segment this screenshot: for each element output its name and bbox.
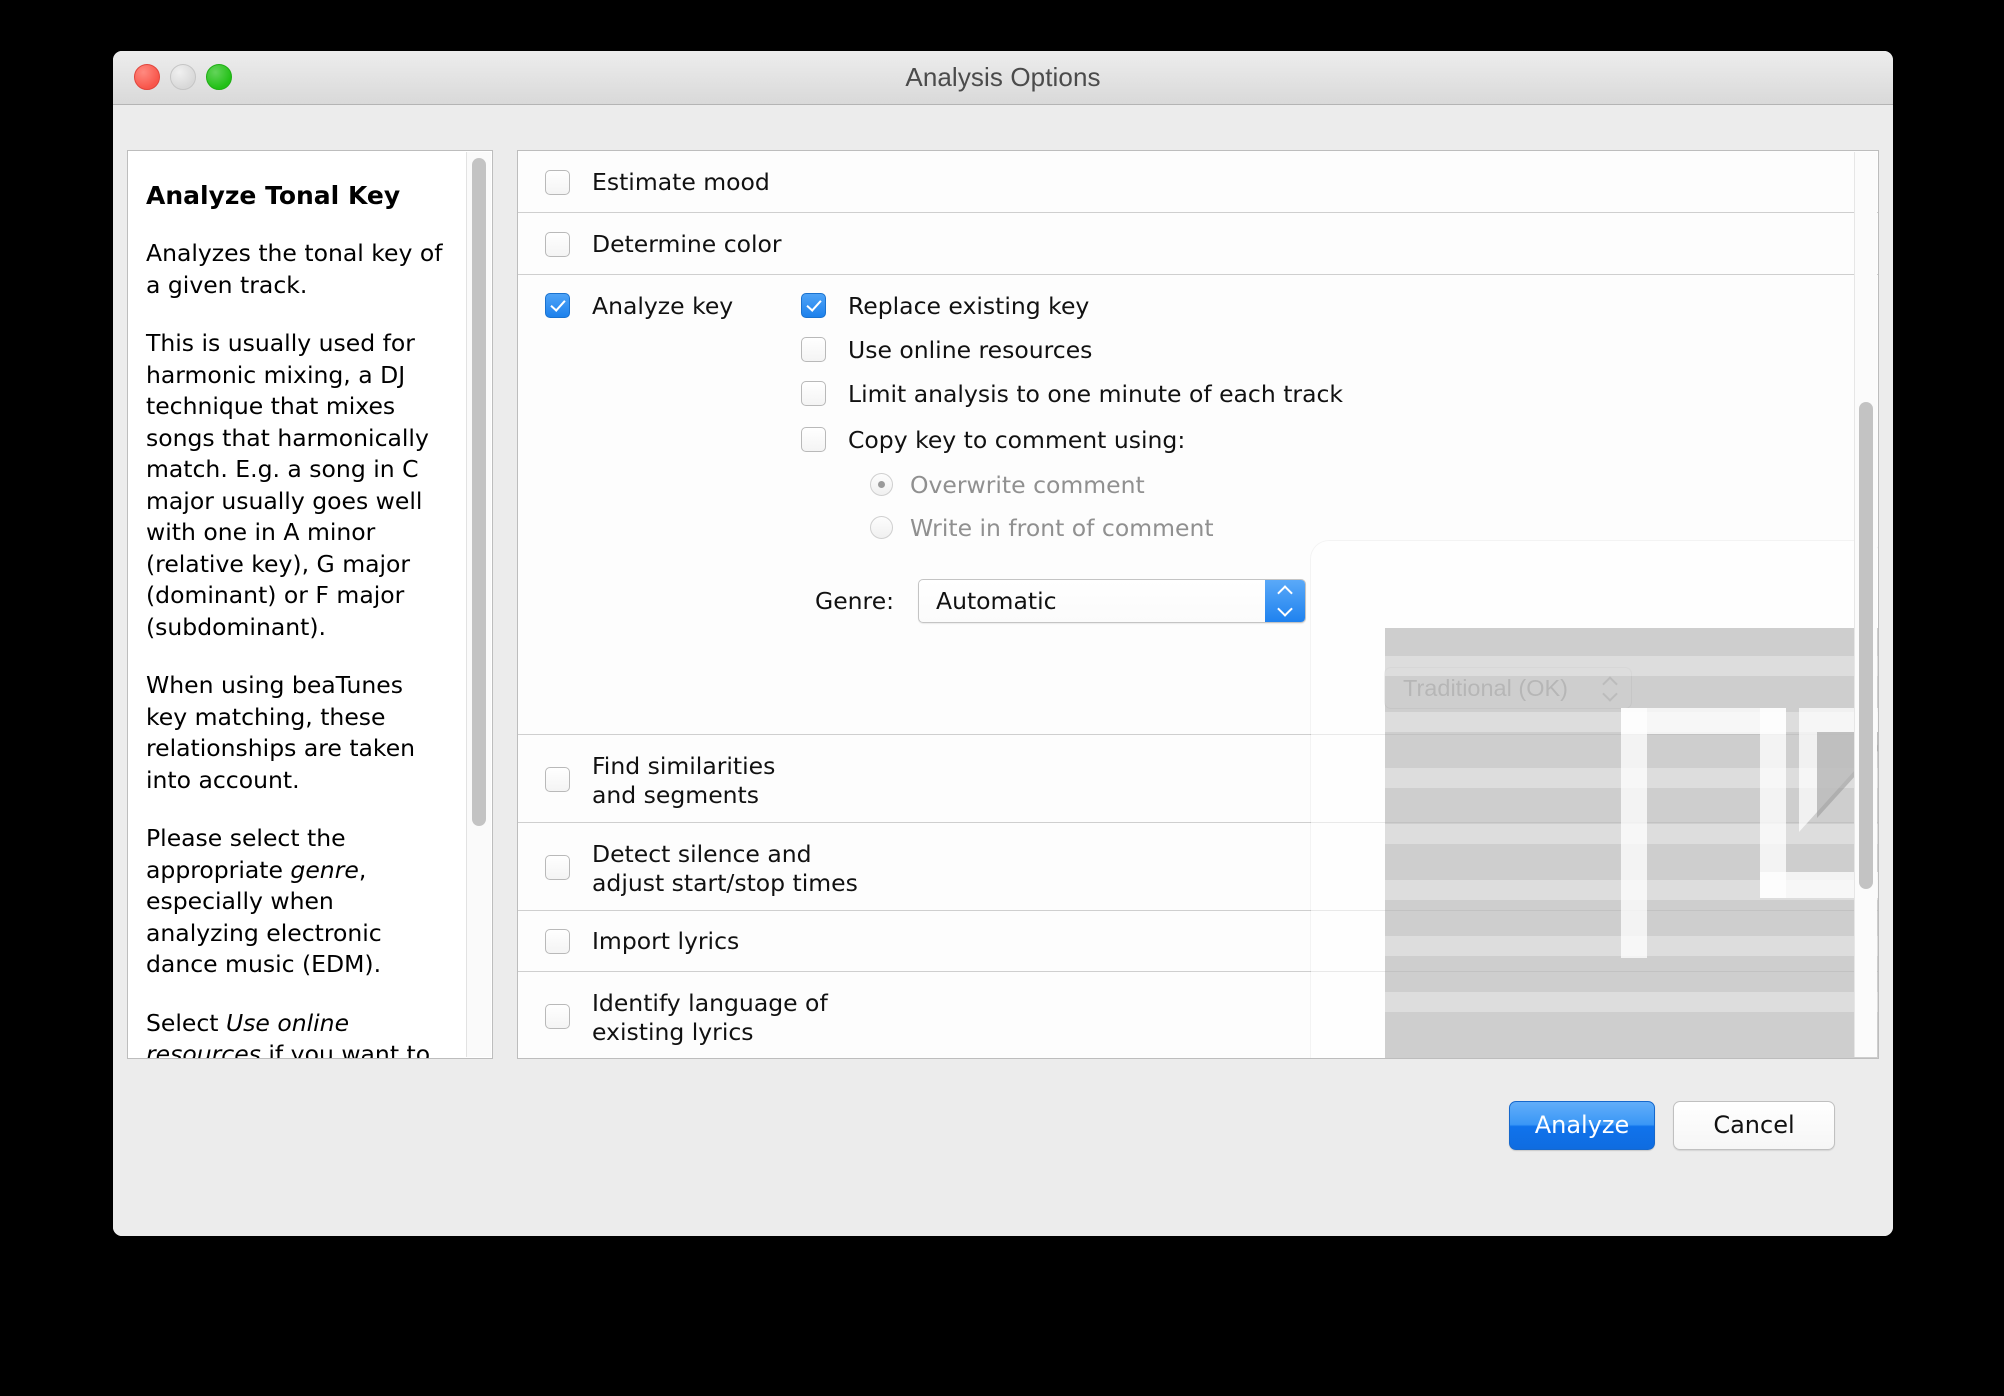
limit-analysis-checkbox[interactable] (801, 381, 826, 406)
overwrite-comment-radio[interactable] (870, 473, 893, 496)
copy-key-format-value: Traditional (OK) (1403, 675, 1568, 702)
analyze-button[interactable]: Analyze (1509, 1101, 1655, 1150)
copy-key-to-comment-checkbox[interactable] (801, 427, 826, 452)
replace-existing-key-checkbox[interactable] (801, 293, 826, 318)
options-scrollbar[interactable] (1854, 152, 1877, 1057)
description-paragraph-2: This is usually used for harmonic mixing… (146, 328, 448, 643)
analysis-options-window: Analysis Options Analyze Tonal Key Analy… (113, 51, 1893, 1236)
option-row-import-lyrics[interactable]: Import lyrics (518, 911, 1878, 972)
genre-select[interactable]: Automatic (918, 579, 1306, 623)
detect-silence-label: Detect silence and adjust start/stop tim… (592, 840, 858, 898)
genre-label: Genre: (815, 587, 894, 615)
limit-analysis-label: Limit analysis to one minute of each tra… (848, 380, 1343, 409)
dialog-body: Analyze Tonal Key Analyzes the tonal key… (113, 105, 1893, 1236)
determine-color-checkbox[interactable] (545, 232, 570, 257)
window-title: Analysis Options (113, 51, 1893, 104)
option-row-estimate-mood[interactable]: Estimate mood (518, 151, 1878, 213)
window-titlebar: Analysis Options (113, 51, 1893, 105)
option-row-determine-color[interactable]: Determine color (518, 213, 1878, 275)
overwrite-comment-label: Overwrite comment (910, 471, 1145, 499)
write-in-front-radio[interactable] (870, 516, 893, 539)
cancel-button[interactable]: Cancel (1673, 1101, 1835, 1150)
analyze-key-label: Analyze key (592, 292, 733, 321)
italic-genre: genre (290, 856, 358, 884)
estimate-mood-checkbox[interactable] (545, 170, 570, 195)
option-row-analyze-key: Analyze key Replace existing key Use onl… (518, 275, 1878, 735)
identify-language-checkbox[interactable] (545, 1004, 570, 1029)
genre-value: Automatic (936, 587, 1057, 615)
description-paragraph-5: Select Use online resources if you want … (146, 1008, 448, 1060)
use-online-resources-label: Use online resources (848, 336, 1092, 365)
genre-chevron-updown-icon[interactable] (1265, 580, 1305, 622)
chevron-updown-icon (1603, 677, 1617, 701)
determine-color-label: Determine color (592, 230, 782, 259)
description-heading: Analyze Tonal Key (146, 181, 448, 211)
estimate-mood-label: Estimate mood (592, 168, 770, 197)
italic-use-online-resources: Use online resources (146, 1009, 349, 1060)
import-lyrics-checkbox[interactable] (545, 929, 570, 954)
dialog-footer: Analyze Cancel (113, 1066, 1893, 1236)
description-scrollbar[interactable] (466, 152, 491, 1057)
description-paragraph-4: Please select the appropriate genre, esp… (146, 823, 448, 981)
copy-key-format-select[interactable]: Traditional (OK) (1384, 667, 1632, 709)
option-row-detect-silence[interactable]: Detect silence and adjust start/stop tim… (518, 823, 1878, 911)
write-in-front-label: Write in front of comment (910, 514, 1214, 542)
find-similarities-checkbox[interactable] (545, 767, 570, 792)
detect-silence-checkbox[interactable] (545, 855, 570, 880)
option-row-find-similarities[interactable]: Find similarities and segments (518, 735, 1878, 823)
description-paragraph-1: Analyzes the tonal key of a given track. (146, 238, 448, 301)
import-lyrics-label: Import lyrics (592, 927, 739, 956)
description-scrollbar-thumb[interactable] (472, 158, 486, 826)
description-text: Analyze Tonal Key Analyzes the tonal key… (146, 165, 448, 1059)
replace-existing-key-label: Replace existing key (848, 292, 1089, 321)
options-pane: Estimate mood Determine color Analyze ke… (517, 150, 1879, 1059)
copy-key-to-comment-label: Copy key to comment using: (848, 426, 1185, 455)
find-similarities-label: Find similarities and segments (592, 752, 775, 810)
analyze-key-checkbox[interactable] (545, 293, 570, 318)
description-paragraph-3: When using beaTunes key matching, these … (146, 670, 448, 796)
description-pane: Analyze Tonal Key Analyzes the tonal key… (127, 150, 493, 1059)
use-online-resources-checkbox[interactable] (801, 337, 826, 362)
options-scrollbar-thumb[interactable] (1859, 402, 1873, 889)
identify-language-label: Identify language of existing lyrics (592, 989, 828, 1047)
option-row-identify-language[interactable]: Identify language of existing lyrics (518, 972, 1878, 1059)
